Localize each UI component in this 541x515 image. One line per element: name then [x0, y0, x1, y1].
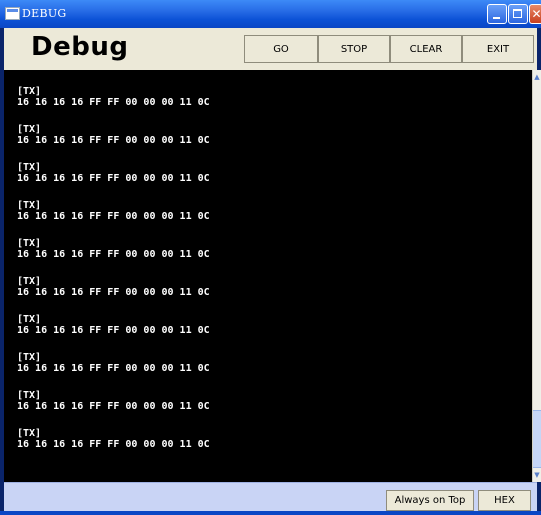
- log-entry-bytes: 16 16 16 16 FF FF 00 00 00 11 0C: [17, 249, 210, 260]
- clear-button[interactable]: CLEAR: [390, 35, 462, 63]
- log-entry-tag: [TX]: [17, 162, 42, 173]
- log-entry: [TX] 16 16 16 16 FF FF 00 00 00 11 0C: [17, 390, 210, 428]
- scrollbar-thumb[interactable]: [533, 410, 541, 468]
- window-icon: [5, 7, 20, 20]
- log-entry-tag: [TX]: [17, 352, 42, 363]
- log-entry: [TX] 16 16 16 16 FF FF 00 00 00 11 0C: [17, 200, 210, 238]
- toolbar: Debug GO STOP CLEAR EXIT: [4, 28, 537, 71]
- minimize-icon: [493, 17, 500, 19]
- log-entry-tag: [TX]: [17, 276, 42, 287]
- log-entry: [TX] 16 16 16 16 FF FF 00 00 00 11 0C: [17, 276, 210, 314]
- log-entry-bytes: 16 16 16 16 FF FF 00 00 00 11 0C: [17, 401, 210, 412]
- hex-button[interactable]: HEX: [478, 490, 531, 511]
- log-entry-bytes: 16 16 16 16 FF FF 00 00 00 11 0C: [17, 135, 210, 146]
- window-bottom-border: [0, 511, 541, 515]
- always-on-top-button[interactable]: Always on Top: [386, 490, 474, 511]
- debug-console[interactable]: [TX] 16 16 16 16 FF FF 00 00 00 11 0C [TX]…: [4, 70, 532, 482]
- log-entry-bytes: 16 16 16 16 FF FF 00 00 00 11 0C: [17, 439, 210, 450]
- minimize-button[interactable]: [487, 4, 507, 24]
- close-icon: ✕: [531, 7, 541, 21]
- close-button[interactable]: ✕: [529, 4, 541, 24]
- log-entry-tag: [TX]: [17, 390, 42, 401]
- vertical-scrollbar[interactable]: ▲ ▼: [532, 70, 541, 482]
- title-bar[interactable]: DEBUG ✕: [0, 0, 541, 28]
- log-entry: [TX] 16 16 16 16 FF FF 00 00 00 11 0C: [17, 238, 210, 276]
- maximize-button[interactable]: [508, 4, 528, 24]
- log-entry-tag: [TX]: [17, 314, 42, 325]
- log-entry-tag: [TX]: [17, 428, 42, 439]
- maximize-icon: [513, 9, 522, 18]
- log-entry-tag: [TX]: [17, 86, 42, 97]
- log-entry-bytes: 16 16 16 16 FF FF 00 00 00 11 0C: [17, 173, 210, 184]
- log-entry-tag: [TX]: [17, 200, 42, 211]
- scroll-up-icon[interactable]: ▲: [533, 70, 541, 84]
- log-entry: [TX] 16 16 16 16 FF FF 00 00 00 11 0C: [17, 428, 210, 466]
- go-button[interactable]: GO: [244, 35, 318, 63]
- debug-window: DEBUG ✕ Debug GO STOP CLEAR EXIT [TX] 16 …: [0, 0, 541, 515]
- log-entry-bytes: 16 16 16 16 FF FF 00 00 00 11 0C: [17, 363, 210, 374]
- log-entry-bytes: 16 16 16 16 FF FF 00 00 00 11 0C: [17, 97, 210, 108]
- scroll-down-icon[interactable]: ▼: [533, 468, 541, 482]
- footer-bar: Always on Top HEX: [4, 482, 537, 512]
- stop-button[interactable]: STOP: [318, 35, 390, 63]
- log-entry: [TX] 16 16 16 16 FF FF 00 00 00 11 0C: [17, 124, 210, 162]
- log-entry-tag: [TX]: [17, 238, 42, 249]
- log-entry-tag: [TX]: [17, 124, 42, 135]
- log-entry: [TX] 16 16 16 16 FF FF 00 00 00 11 0C: [17, 162, 210, 200]
- log-entry-bytes: 16 16 16 16 FF FF 00 00 00 11 0C: [17, 287, 210, 298]
- log-entry: [TX] 16 16 16 16 FF FF 00 00 00 11 0C: [17, 86, 210, 124]
- log-entry-bytes: 16 16 16 16 FF FF 00 00 00 11 0C: [17, 211, 210, 222]
- window-title: DEBUG: [22, 7, 67, 20]
- log-list: [TX] 16 16 16 16 FF FF 00 00 00 11 0C [TX]…: [17, 86, 210, 466]
- page-title: Debug: [31, 32, 129, 62]
- log-entry: [TX] 16 16 16 16 FF FF 00 00 00 11 0C: [17, 352, 210, 390]
- log-entry: [TX] 16 16 16 16 FF FF 00 00 00 11 0C: [17, 314, 210, 352]
- exit-button[interactable]: EXIT: [462, 35, 534, 63]
- log-entry-bytes: 16 16 16 16 FF FF 00 00 00 11 0C: [17, 325, 210, 336]
